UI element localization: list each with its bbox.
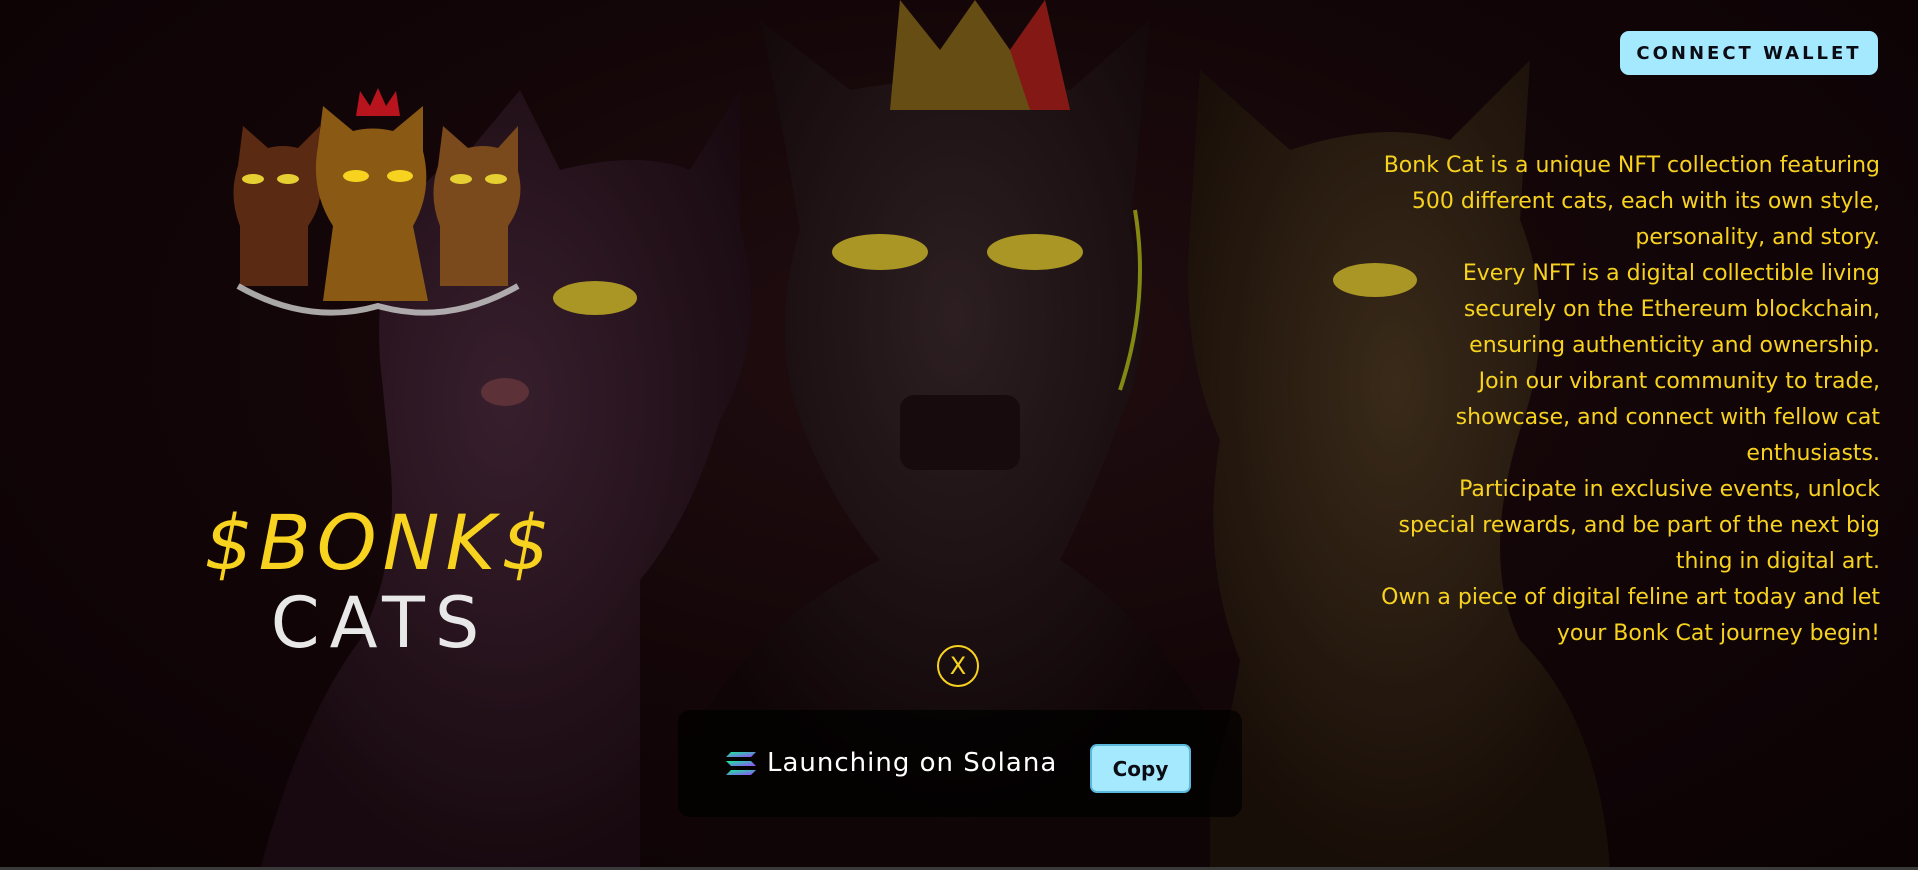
description-paragraph: Join our vibrant community to trade, sho… <box>1455 369 1880 466</box>
x-link-label: X <box>949 652 967 680</box>
description-paragraph: Bonk Cat is a unique NFT collection feat… <box>1383 153 1880 250</box>
logo-cat-right <box>433 126 521 286</box>
collection-description: Bonk Cat is a unique NFT collection feat… <box>1380 148 1880 652</box>
logo-cat-middle <box>315 88 428 301</box>
brand-token-title: $BONK$ <box>204 498 556 587</box>
brand-wordmark: $BONK$ CATS <box>190 498 570 664</box>
solana-logo-icon <box>726 752 756 775</box>
description-paragraph: Participate in exclusive events, unlock … <box>1398 477 1880 574</box>
connect-wallet-button[interactable]: CONNECT WALLET <box>1620 31 1878 75</box>
copy-button[interactable]: Copy <box>1090 744 1191 793</box>
brand-name-title: CATS <box>270 582 490 664</box>
x-logo-icon[interactable]: X <box>937 645 979 687</box>
landing-page: CONNECT WALLET Bonk Cat is a unique NFT … <box>0 0 1918 870</box>
description-paragraph: Every NFT is a digital collectible livin… <box>1462 261 1880 358</box>
launch-banner: Launching on Solana Copy <box>678 710 1242 817</box>
cats-logo-art <box>233 88 521 316</box>
description-paragraph: Own a piece of digital feline art today … <box>1381 585 1880 646</box>
logo-cat-left <box>233 126 321 286</box>
launch-status-text: Launching on Solana <box>767 748 1058 778</box>
